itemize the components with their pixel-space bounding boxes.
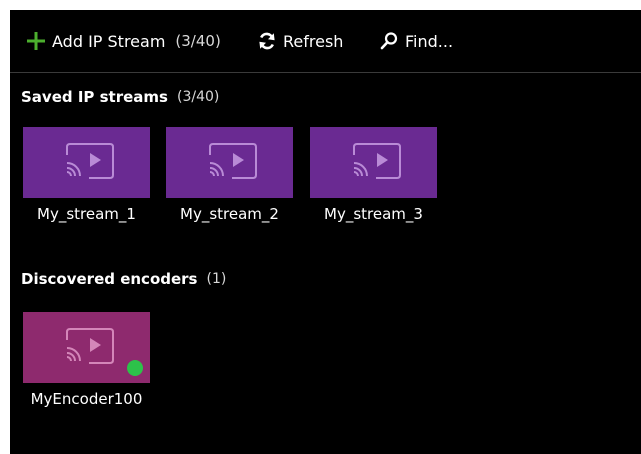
stream-tile[interactable]: My_stream_1 (23, 127, 150, 223)
stream-name: My_stream_3 (324, 205, 423, 223)
add-ip-stream-label: Add IP Stream (52, 31, 166, 51)
discovered-encoders-count: (1) (206, 271, 227, 287)
stream-thumbnail (166, 127, 293, 198)
refresh-button[interactable]: Refresh (257, 28, 343, 54)
stream-tile[interactable]: My_stream_3 (310, 127, 437, 223)
saved-streams-count: (3/40) (176, 89, 220, 105)
cast-icon (57, 141, 117, 185)
stream-name: My_stream_2 (180, 205, 279, 223)
saved-streams-title: Saved IP streams (21, 88, 168, 106)
refresh-icon (257, 31, 277, 51)
stream-name: My_stream_1 (37, 205, 136, 223)
toolbar: Add IP Stream (3/40) Refresh Find... (10, 10, 641, 73)
online-status-indicator (127, 360, 143, 376)
discovered-encoders-title: Discovered encoders (21, 270, 198, 288)
stream-tile[interactable]: My_stream_2 (166, 127, 293, 223)
search-icon (379, 31, 399, 51)
find-button[interactable]: Find... (379, 28, 453, 54)
find-label: Find... (405, 31, 454, 51)
plus-icon (26, 31, 46, 51)
add-ip-stream-button[interactable]: Add IP Stream (3/40) (26, 28, 221, 54)
stream-thumbnail (23, 127, 150, 198)
encoder-tile[interactable]: MyEncoder100 (23, 312, 150, 408)
refresh-label: Refresh (283, 31, 344, 51)
ip-streams-panel: Add IP Stream (3/40) Refresh Find... Sav… (10, 10, 641, 454)
cast-icon (57, 326, 117, 370)
saved-streams-heading: Saved IP streams (3/40) (21, 88, 219, 106)
cast-icon (344, 141, 404, 185)
stream-thumbnail (310, 127, 437, 198)
discovered-encoders-heading: Discovered encoders (1) (21, 270, 226, 288)
cast-icon (200, 141, 260, 185)
add-ip-stream-count: (3/40) (175, 32, 221, 50)
encoder-name: MyEncoder100 (30, 390, 143, 408)
encoder-thumbnail (23, 312, 150, 383)
